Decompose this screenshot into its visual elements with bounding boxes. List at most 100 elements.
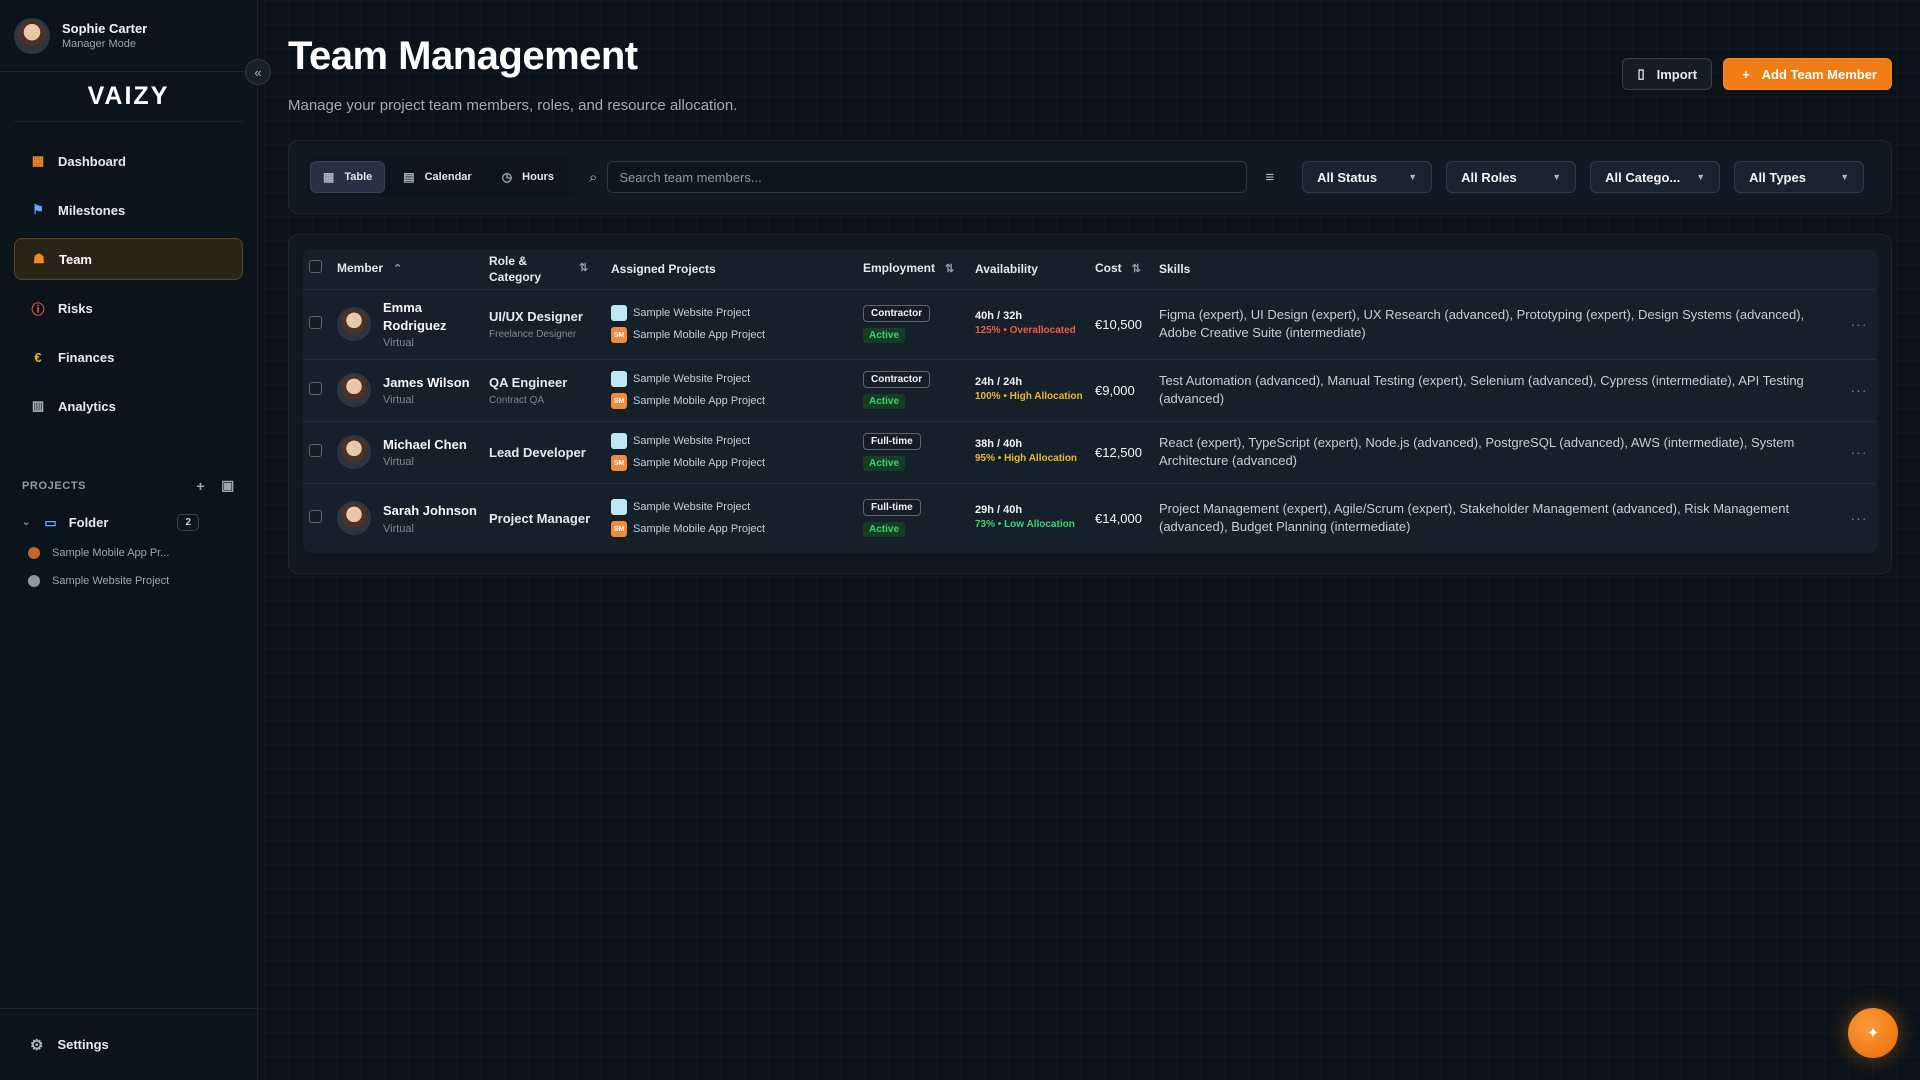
table-row[interactable]: James Wilson Virtual QA Engineer Contrac… [303, 359, 1877, 421]
project-item[interactable]: Sample Mobile App Pr... [0, 547, 257, 559]
sidebar-item-team[interactable]: ☗ Team [14, 238, 243, 280]
types-filter-value: All Types [1749, 169, 1806, 185]
column-employment[interactable]: Employment ⇅ [857, 249, 969, 289]
table-row[interactable]: Michael Chen Virtual Lead Developer Samp… [303, 421, 1877, 483]
assigned-project[interactable]: SM Sample Mobile App Project [611, 521, 851, 538]
row-checkbox[interactable] [309, 444, 322, 457]
member-name: Sarah Johnson [383, 502, 477, 518]
employment-badge: Contractor [863, 305, 931, 322]
add-project-icon[interactable]: + [196, 478, 205, 494]
row-checkbox[interactable] [309, 382, 322, 395]
website-project-icon [611, 499, 627, 516]
role-name: QA Engineer [489, 374, 568, 390]
tab-table[interactable]: ▦ Table [310, 161, 386, 193]
roles-filter-select[interactable]: All Roles ▼ [1446, 161, 1577, 193]
sidebar-item-dashboard[interactable]: ▦ Dashboard [14, 140, 243, 182]
clock-icon: ◷ [501, 170, 513, 184]
member-type: Virtual [383, 337, 414, 350]
table-row[interactable]: Sarah Johnson Virtual Project Manager Sa… [303, 483, 1877, 553]
row-checkbox[interactable] [309, 510, 322, 524]
skills-list: Project Management (expert), Agile/Scrum… [1159, 501, 1790, 535]
assigned-project[interactable]: Sample Website Project [611, 499, 851, 516]
filter-icon[interactable]: ≡ [1265, 169, 1274, 186]
assigned-project[interactable]: Sample Website Project [611, 305, 851, 321]
search-input[interactable] [607, 161, 1248, 193]
chevron-down-icon: ▼ [1552, 172, 1562, 182]
assigned-project[interactable]: SM Sample Mobile App Project [611, 455, 851, 471]
flag-icon: ⚑ [32, 202, 44, 217]
sidebar-item-label: Risks [58, 300, 93, 316]
select-all-checkbox[interactable] [309, 260, 322, 274]
more-options-icon[interactable]: ··· [1841, 289, 1877, 359]
mobile-project-icon: SM [611, 521, 627, 538]
avatar [337, 501, 371, 536]
sidebar-item-milestones[interactable]: ⚑ Milestones [14, 189, 243, 231]
column-projects: Assigned Projects [611, 261, 716, 276]
role-category: Freelance Designer [489, 328, 577, 340]
column-member[interactable]: Member ⌃ [331, 249, 483, 289]
assigned-project[interactable]: Sample Website Project [611, 433, 851, 449]
column-cost[interactable]: Cost ⇅ [1089, 249, 1153, 289]
tab-label: Hours [522, 171, 554, 183]
allocation-status: 125% • Overallocated [975, 325, 1076, 336]
row-checkbox[interactable] [309, 316, 322, 329]
member-name: Emma Rodriguez [383, 299, 447, 333]
team-table: Member ⌃ Role & Category ⇅ Assigned Projec… [303, 249, 1877, 553]
assigned-project[interactable]: Sample Website Project [611, 371, 851, 387]
add-folder-icon[interactable]: ▣ [221, 477, 235, 494]
sidebar-item-finances[interactable]: € Finances [14, 336, 243, 378]
chart-icon: ▥ [31, 398, 45, 413]
chevron-down-icon[interactable]: ⌄ [22, 517, 30, 528]
project-item[interactable]: Sample Website Project [0, 575, 257, 587]
add-team-member-button[interactable]: + Add Team Member [1723, 58, 1892, 90]
assigned-project[interactable]: SM Sample Mobile App Project [611, 327, 851, 343]
folder-item[interactable]: ⌄ ▭ Folder 2 [0, 514, 257, 531]
plus-icon: + [1742, 66, 1750, 82]
sort-icon[interactable]: ⇅ [945, 263, 954, 275]
tab-hours[interactable]: ◷ Hours [490, 161, 566, 193]
sort-icon[interactable]: ⇅ [1132, 263, 1141, 275]
status-filter-select[interactable]: All Status ▼ [1302, 161, 1433, 193]
role-name: Lead Developer [489, 444, 586, 460]
role-category: Contract QA [489, 394, 545, 406]
column-role[interactable]: Role & Category ⇅ [483, 249, 605, 289]
types-filter-select[interactable]: All Types ▼ [1734, 161, 1865, 193]
more-options-icon[interactable]: ··· [1841, 421, 1877, 483]
settings-button[interactable]: ⚙ Settings [0, 1008, 257, 1080]
user-name: Sophie Carter [62, 21, 148, 36]
cost-value: €9,000 [1095, 382, 1135, 398]
projects-heading: PROJECTS [22, 479, 87, 492]
toolbar: ▦ Table ▤ Calendar ◷ Hours ⌕ ≡ All Statu… [288, 140, 1892, 214]
assigned-project[interactable]: SM Sample Mobile App Project [611, 393, 851, 409]
member-type: Virtual [383, 456, 414, 469]
import-button[interactable]: ▯ Import [1622, 58, 1713, 90]
app-logo[interactable]: VAIZY [14, 72, 243, 122]
sidebar-item-risks[interactable]: ⓘ Risks [14, 287, 243, 329]
file-icon: ▯ [1637, 66, 1645, 81]
skills-list: React (expert), TypeScript (expert), Nod… [1159, 434, 1795, 468]
more-options-icon[interactable]: ··· [1841, 359, 1877, 421]
chevron-down-icon: ▼ [1840, 172, 1850, 182]
allocation-status: 95% • High Allocation [975, 453, 1078, 464]
sidebar-item-label: Analytics [58, 398, 116, 414]
category-filter-select[interactable]: All Catego... ▼ [1590, 161, 1721, 193]
user-profile[interactable]: Sophie Carter Manager Mode [0, 0, 257, 72]
tab-label: Calendar [424, 171, 472, 183]
tab-label: Table [344, 171, 373, 183]
ai-assistant-button[interactable]: ✦ [1848, 1008, 1898, 1058]
sort-icon[interactable]: ⇅ [579, 261, 588, 276]
more-options-icon[interactable]: ··· [1841, 483, 1877, 553]
search-icon: ⌕ [588, 168, 598, 186]
status-badge: Active [863, 522, 906, 538]
sidebar-item-analytics[interactable]: ▥ Analytics [14, 385, 243, 427]
availability-hours: 38h / 40h [975, 438, 1023, 450]
column-availability: Availability [975, 261, 1038, 276]
page-subtitle: Manage your project team members, roles,… [288, 97, 738, 114]
table-row[interactable]: Emma Rodriguez Virtual UI/UX Designer Fr… [303, 289, 1877, 359]
tab-calendar[interactable]: ▤ Calendar [391, 161, 483, 193]
folder-icon: ▭ [44, 514, 57, 530]
settings-label: Settings [57, 1037, 109, 1052]
avatar [337, 435, 371, 469]
collapse-sidebar-button[interactable]: « [245, 59, 271, 85]
sort-asc-icon[interactable]: ⌃ [393, 263, 402, 275]
